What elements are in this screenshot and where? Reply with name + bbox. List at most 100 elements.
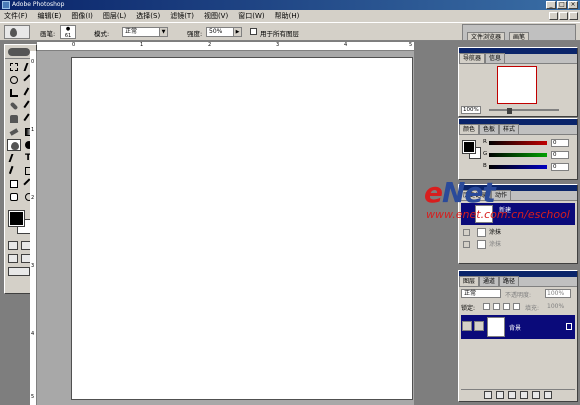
- palette-well-tab-file-browser[interactable]: 文件浏览器: [467, 32, 506, 41]
- history-state-icon: [477, 228, 486, 237]
- pen-tool[interactable]: [7, 165, 21, 177]
- maximize-button[interactable]: □: [557, 1, 567, 9]
- channel-g-value[interactable]: 0: [551, 151, 569, 159]
- trash-icon[interactable]: [544, 391, 552, 399]
- channel-r-slider[interactable]: [489, 141, 547, 145]
- notes-icon: [10, 180, 18, 188]
- menu-window[interactable]: 窗口(W): [238, 10, 264, 22]
- healing-brush-tool[interactable]: [7, 100, 21, 112]
- layer-background[interactable]: 背景: [461, 315, 575, 339]
- tab-color[interactable]: 颜色: [459, 124, 480, 134]
- doc-restore-button[interactable]: [559, 12, 568, 20]
- history-state[interactable]: 涂抹: [461, 239, 575, 250]
- channel-b-slider[interactable]: [489, 165, 547, 169]
- menu-layer[interactable]: 图层(L): [103, 10, 126, 22]
- clone-stamp-tool[interactable]: [7, 113, 21, 125]
- channel-b-value[interactable]: 0: [551, 163, 569, 171]
- tool-preset-picker[interactable]: [4, 25, 30, 39]
- tab-info[interactable]: 信息: [485, 53, 506, 63]
- mode-label: 模式:: [94, 30, 110, 38]
- tab-layers[interactable]: 图层: [459, 276, 480, 286]
- marquee-tool[interactable]: [7, 61, 21, 73]
- channel-g-slider[interactable]: [489, 153, 547, 157]
- mode-select[interactable]: 正常 ▼: [122, 27, 168, 37]
- doc-minimize-button[interactable]: [549, 12, 558, 20]
- menu-select[interactable]: 选择(S): [136, 10, 160, 22]
- mode-value: 正常: [125, 28, 138, 35]
- lock-position-checkbox[interactable]: [503, 303, 510, 310]
- sample-all-checkbox[interactable]: [250, 28, 257, 35]
- screen-mode-standard-button[interactable]: [8, 254, 18, 263]
- water-drop-icon: [11, 142, 19, 150]
- ruler-horizontal[interactable]: 0 1 2 3 4 5: [37, 42, 414, 51]
- menu-image[interactable]: 图像(I): [71, 10, 93, 22]
- notes-tool[interactable]: [7, 178, 21, 190]
- adjustment-layer-button[interactable]: [520, 391, 528, 399]
- jump-to-imageready-button[interactable]: [8, 267, 30, 276]
- layer-name: 背景: [509, 325, 522, 332]
- tab-styles[interactable]: 样式: [499, 124, 520, 134]
- navigator-thumbnail[interactable]: [497, 66, 537, 104]
- brush-link-icon[interactable]: [474, 321, 484, 331]
- lock-transparency-checkbox[interactable]: [483, 303, 490, 310]
- mask-button[interactable]: [496, 391, 504, 399]
- lock-label: 锁定:: [461, 305, 476, 312]
- eraser-tool[interactable]: [7, 126, 21, 138]
- lock-image-checkbox[interactable]: [493, 303, 500, 310]
- zoom-slider-handle[interactable]: [507, 108, 512, 114]
- new-layer-button[interactable]: [532, 391, 540, 399]
- arrow-icon: [8, 154, 20, 162]
- channel-r-row: R 0: [483, 139, 575, 147]
- zoom-field[interactable]: 100%: [461, 106, 481, 114]
- menu-edit[interactable]: 编辑(E): [38, 10, 62, 22]
- blend-mode-select[interactable]: 正常: [461, 289, 501, 298]
- lasso-icon: [10, 76, 18, 84]
- menu-file[interactable]: 文件(F): [4, 10, 28, 22]
- path-selection-tool[interactable]: [7, 152, 21, 164]
- tab-history[interactable]: 历史记录: [459, 190, 492, 200]
- lock-all-checkbox[interactable]: [513, 303, 520, 310]
- canvas[interactable]: [71, 57, 413, 400]
- palette-well-tab-brushes[interactable]: 画笔: [509, 32, 530, 41]
- strength-input[interactable]: 50% ▶: [206, 27, 242, 37]
- menu-filter[interactable]: 滤镜(T): [170, 10, 194, 22]
- hand-tool[interactable]: [7, 191, 21, 203]
- chevron-down-icon: ▼: [159, 28, 167, 36]
- history-state-label: 涂抹: [489, 241, 502, 248]
- channel-r-value[interactable]: 0: [551, 139, 569, 147]
- history-state[interactable]: 涂抹: [461, 227, 575, 238]
- tab-swatches[interactable]: 色板: [479, 124, 500, 134]
- standard-mode-button[interactable]: [8, 241, 18, 250]
- eraser-icon: [9, 128, 19, 136]
- minimize-button[interactable]: _: [546, 1, 556, 9]
- ruler-top-label: 4: [344, 42, 348, 48]
- history-source-box[interactable]: [463, 241, 470, 248]
- crop-tool[interactable]: [7, 87, 21, 99]
- fill-input[interactable]: 100%: [547, 303, 564, 310]
- opacity-input[interactable]: 100%: [545, 289, 571, 298]
- lasso-tool[interactable]: [7, 74, 21, 86]
- history-source-box[interactable]: [463, 229, 470, 236]
- history-snapshot[interactable]: 新建: [461, 203, 575, 225]
- color-palette: 颜色 色板 样式 R 0 G 0 B 0: [458, 118, 578, 180]
- layers-footer: [461, 389, 575, 399]
- strength-value: 50%: [209, 28, 223, 35]
- ruler-vertical[interactable]: 0 1 2 3 4 5: [30, 51, 37, 405]
- smudge-tool[interactable]: [7, 139, 21, 151]
- eye-icon[interactable]: [462, 321, 472, 331]
- close-button[interactable]: ×: [568, 1, 578, 9]
- brush-picker[interactable]: ● 61: [60, 25, 76, 39]
- doc-close-button[interactable]: [569, 12, 578, 20]
- tab-actions[interactable]: 动作: [491, 190, 512, 200]
- color-foreground-swatch[interactable]: [462, 140, 476, 154]
- menu-help[interactable]: 帮助(H): [275, 10, 300, 22]
- tab-navigator[interactable]: 导航器: [459, 53, 486, 63]
- menu-view[interactable]: 视图(V): [204, 10, 228, 22]
- new-set-button[interactable]: [508, 391, 516, 399]
- tab-paths[interactable]: 路径: [499, 276, 520, 286]
- history-state-icon: [477, 240, 486, 249]
- layer-style-button[interactable]: [484, 391, 492, 399]
- zoom-slider[interactable]: [489, 109, 559, 111]
- tab-channels[interactable]: 通道: [479, 276, 500, 286]
- foreground-color-swatch[interactable]: [8, 210, 25, 227]
